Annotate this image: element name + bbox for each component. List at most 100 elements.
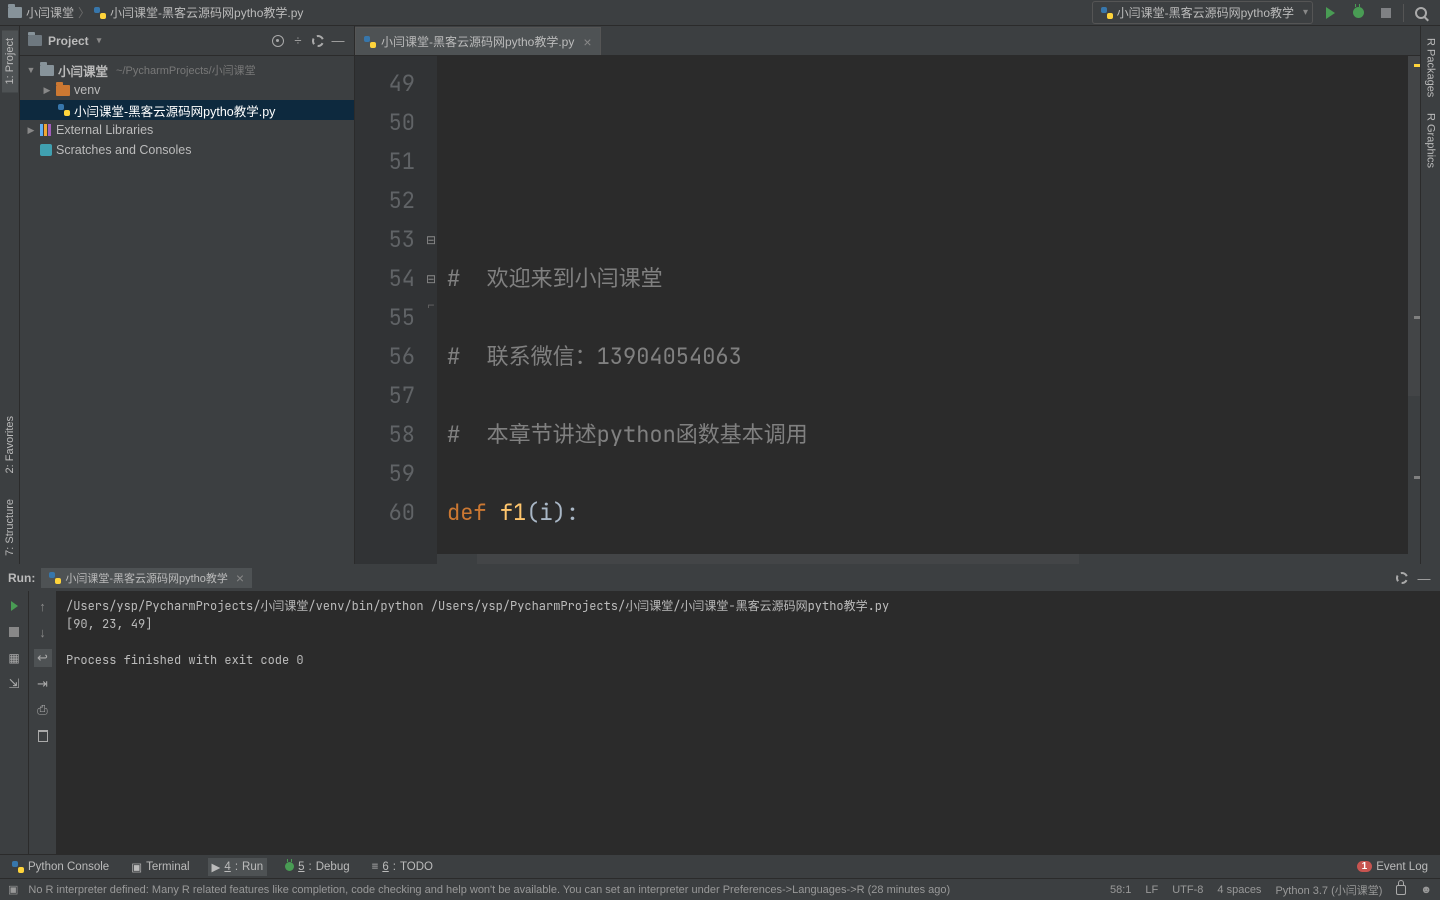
code-area[interactable]: # 欢迎来到小闫课堂 # 联系微信：13904054063 # 本章节讲述pyt… — [437, 56, 1408, 564]
status-message[interactable]: No R interpreter defined: Many R related… — [28, 884, 1100, 896]
project-panel-header: Project ÷ — — [20, 26, 354, 56]
notification-badge: 1 — [1357, 861, 1373, 872]
run-settings-button[interactable] — [1394, 570, 1410, 586]
tree-label: 小闫课堂-黑客云源码网pytho教学.py — [74, 101, 275, 120]
close-tab-button[interactable]: × — [583, 34, 591, 50]
tab-r-graphics[interactable]: R Graphics — [1423, 105, 1439, 176]
tab-structure[interactable]: 7: Structure — [2, 491, 18, 564]
play-icon — [1326, 7, 1335, 19]
python-file-icon — [49, 572, 61, 584]
tree-scratches[interactable]: Scratches and Consoles — [20, 140, 354, 160]
layout-button[interactable]: ▦ — [5, 649, 23, 667]
tab-run[interactable]: ▶ 4: Run — [208, 858, 268, 876]
python-interpreter[interactable]: Python 3.7 (小闫课堂) — [1275, 882, 1382, 898]
file-encoding[interactable]: UTF-8 — [1172, 884, 1203, 896]
hide-panel-button[interactable]: — — [330, 33, 346, 49]
line-number: 53 — [355, 220, 415, 259]
tab-debug[interactable]: 5: Debug — [281, 859, 354, 875]
tab-todo[interactable]: ≡ 6: TODO — [368, 859, 437, 875]
tab-project[interactable]: 1: Project — [2, 30, 18, 92]
python-file-icon — [1101, 7, 1113, 19]
line-number: 58 — [355, 415, 415, 454]
select-opened-file-button[interactable] — [270, 33, 286, 49]
fold-gutter[interactable]: ⊟ ⊟ ⌐ — [425, 56, 437, 564]
console-line: [90, 23, 49] — [66, 616, 152, 632]
tab-label: 小闫课堂-黑客云源码网pytho教学.py — [381, 33, 574, 50]
stop-button[interactable] — [1375, 2, 1397, 24]
breadcrumb[interactable]: 小闫课堂 〉 小闫课堂-黑客云源码网pytho教学.py — [8, 4, 1086, 21]
project-panel-title[interactable]: Project — [28, 34, 264, 48]
down-stack-button[interactable]: ↓ — [34, 623, 52, 641]
scroll-to-end-button[interactable]: ⇥ — [34, 675, 52, 693]
expand-all-button[interactable]: ÷ — [290, 33, 306, 49]
indent-setting[interactable]: 4 spaces — [1217, 884, 1261, 896]
line-number: 50 — [355, 103, 415, 142]
tree-external-libraries[interactable]: ▶ External Libraries — [20, 120, 354, 140]
pin-button[interactable]: ⇲ — [5, 675, 23, 693]
soft-wrap-button[interactable]: ↩ — [34, 649, 52, 667]
run-config-selector[interactable]: 小闫课堂-黑客云源码网pytho教学 — [1092, 1, 1313, 24]
stop-icon — [9, 627, 19, 637]
clear-all-button[interactable] — [34, 727, 52, 745]
scrollbar-thumb[interactable] — [1408, 56, 1420, 396]
stop-run-button[interactable] — [5, 623, 23, 641]
tab-r-packages[interactable]: R Packages — [1423, 30, 1439, 105]
run-header: Run: 小闫课堂-黑客云源码网pytho教学 × — — [0, 565, 1440, 591]
python-file-icon — [364, 36, 376, 48]
chevron-right-icon: 〉 — [78, 4, 90, 21]
print-button[interactable]: ⎙ — [34, 701, 52, 719]
debug-button[interactable] — [1347, 2, 1369, 24]
run-tab[interactable]: 小闫课堂-黑客云源码网pytho教学 × — [41, 568, 252, 588]
rerun-button[interactable] — [5, 597, 23, 615]
run-toolbar-primary: ▦ ⇲ — [0, 591, 28, 854]
console-output[interactable]: /Users/ysp/PycharmProjects/小闫课堂/venv/bin… — [56, 591, 1440, 854]
tree-root[interactable]: ▼ 小闫课堂 ~/PycharmProjects/小闫课堂 — [20, 60, 354, 80]
tree-venv[interactable]: ▶ venv — [20, 80, 354, 100]
gear-icon — [1396, 572, 1408, 584]
editor-tab[interactable]: 小闫课堂-黑客云源码网pytho教学.py × — [355, 27, 601, 55]
close-run-tab[interactable]: × — [236, 570, 244, 586]
chevron-down-icon[interactable]: ▼ — [26, 65, 36, 75]
ide-fatal-errors[interactable]: ☻ — [1420, 884, 1432, 896]
tab-favorites[interactable]: 2: Favorites — [2, 408, 18, 481]
hide-run-button[interactable]: — — [1416, 570, 1432, 586]
fold-end[interactable]: ⌐ — [425, 298, 437, 337]
editor-scrollbar[interactable] — [1408, 56, 1420, 564]
line-number-gutter[interactable]: 49 50 51 52 53 54 55 56 57 58 59 60 — [355, 56, 425, 564]
separator — [1403, 4, 1404, 22]
chevron-right-icon[interactable]: ▶ — [26, 125, 36, 136]
tree-label: venv — [74, 83, 100, 97]
scrollbar-thumb[interactable] — [477, 554, 1079, 564]
gear-icon — [312, 35, 324, 47]
tree-file-current[interactable]: 小闫课堂-黑客云源码网pytho教学.py — [20, 100, 354, 120]
editor-body[interactable]: 49 50 51 52 53 54 55 56 57 58 59 60 ⊟ ⊟ … — [355, 56, 1420, 564]
tab-python-console[interactable]: Python Console — [8, 859, 113, 875]
readonly-toggle[interactable] — [1396, 885, 1406, 895]
console-line: Process finished with exit code 0 — [66, 652, 304, 668]
run-title: Run: — [8, 571, 35, 585]
up-stack-button[interactable]: ↑ — [34, 597, 52, 615]
fold-marker[interactable]: ⊟ — [425, 220, 437, 259]
tree-root-path: ~/PycharmProjects/小闫课堂 — [116, 62, 256, 78]
breadcrumb-file: 小闫课堂-黑客云源码网pytho教学.py — [110, 4, 303, 21]
line-separator[interactable]: LF — [1145, 884, 1158, 896]
event-log-button[interactable]: 1 Event Log — [1353, 859, 1432, 875]
bug-icon — [1353, 7, 1364, 18]
project-tree[interactable]: ▼ 小闫课堂 ~/PycharmProjects/小闫课堂 ▶ venv 小闫课… — [20, 56, 354, 164]
fold-marker[interactable]: ⊟ — [425, 259, 437, 298]
panel-settings-button[interactable] — [310, 33, 326, 49]
tab-terminal[interactable]: ▣ Terminal — [127, 858, 193, 876]
line-number: 52 — [355, 181, 415, 220]
tool-windows-button[interactable]: ▣ — [8, 883, 18, 896]
run-button[interactable] — [1319, 2, 1341, 24]
code-comment: # 联系微信：13904054063 — [447, 342, 742, 371]
bottom-tool-tabs: Python Console ▣ Terminal ▶ 4: Run 5: De… — [0, 854, 1440, 878]
console-line: /Users/ysp/PycharmProjects/小闫课堂/venv/bin… — [66, 598, 889, 614]
kw-def: def — [447, 498, 500, 527]
chevron-right-icon[interactable]: ▶ — [42, 85, 52, 96]
editor-hscrollbar[interactable] — [437, 554, 1408, 564]
caret-position[interactable]: 58:1 — [1110, 884, 1131, 896]
folder-icon — [28, 35, 42, 46]
line-number: 55 — [355, 298, 415, 337]
search-everywhere-button[interactable] — [1410, 2, 1432, 24]
